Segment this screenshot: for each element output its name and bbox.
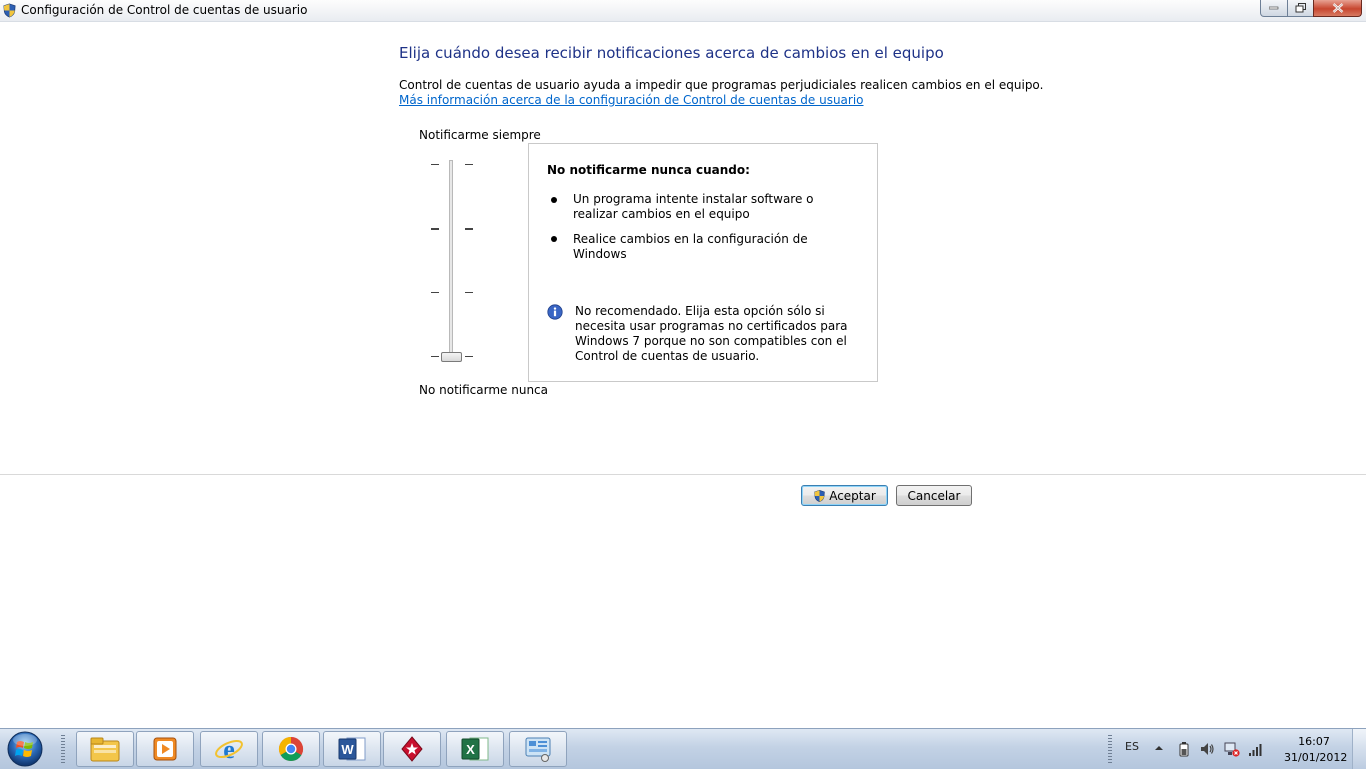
battery-icon[interactable] <box>1178 741 1190 757</box>
uac-shield-icon <box>814 489 825 502</box>
slider-tick-left <box>431 228 439 230</box>
minimize-button[interactable] <box>1260 0 1288 17</box>
windows-orb-icon <box>7 731 43 767</box>
page-heading: Elija cuándo desea recibir notificacione… <box>399 44 944 62</box>
divider <box>0 474 1366 475</box>
clock-time: 16:07 <box>1298 735 1330 748</box>
setting-description-panel: No notificarme nunca cuando: Un programa… <box>528 143 878 382</box>
slider-tick-right <box>465 356 473 357</box>
slider-tick-left <box>431 292 439 293</box>
slider-track[interactable] <box>449 160 453 360</box>
show-hidden-icons-icon[interactable] <box>1154 741 1164 755</box>
uac-shield-icon <box>3 3 16 18</box>
language-indicator[interactable]: ES <box>1125 740 1139 753</box>
slider-tick-left <box>431 164 439 165</box>
start-button[interactable] <box>4 730 46 768</box>
cancel-button-label: Cancelar <box>907 488 961 503</box>
network-disconnected-icon[interactable] <box>1224 741 1240 757</box>
tray-grip[interactable] <box>1108 735 1112 763</box>
slider-tick-right <box>465 228 473 230</box>
slider-label-bottom: No notificarme nunca <box>419 383 549 397</box>
taskbar-chrome[interactable] <box>262 731 320 767</box>
title-bar[interactable]: Configuración de Control de cuentas de u… <box>0 0 1366 22</box>
more-info-link[interactable]: Más información acerca de la configuraci… <box>399 93 864 107</box>
info-icon <box>547 304 563 320</box>
accept-button-label: Aceptar <box>829 488 876 503</box>
slider-label-top: Notificarme siempre <box>419 128 541 142</box>
explorer-icon <box>90 737 120 762</box>
taskbar-media-player[interactable] <box>136 731 194 767</box>
cancel-button[interactable]: Cancelar <box>896 485 972 506</box>
description-text: Control de cuentas de usuario ayuda a im… <box>399 78 1044 92</box>
taskbar-internet-explorer[interactable]: e <box>200 731 258 767</box>
word-icon: W <box>338 737 366 761</box>
panel-title: No notificarme nunca cuando: <box>547 163 750 177</box>
slider-thumb[interactable] <box>441 352 462 362</box>
slider-tick-left <box>431 356 439 357</box>
internet-explorer-icon: e <box>215 735 243 764</box>
taskbar-explorer[interactable] <box>76 731 134 767</box>
show-desktop-button[interactable] <box>1352 729 1366 769</box>
accept-button[interactable]: Aceptar <box>801 485 888 506</box>
bullet-icon <box>551 197 557 203</box>
list-item: Un programa intente instalar software o … <box>573 192 814 221</box>
taskbar-word[interactable]: W <box>323 731 381 767</box>
slider-tick-right <box>465 292 473 293</box>
taskbar-pokerstars[interactable] <box>383 731 441 767</box>
list-item: Realice cambios en la configuración de W… <box>573 232 808 261</box>
system-clock[interactable]: 16:07 31/01/2012 <box>1284 734 1348 766</box>
svg-text:W: W <box>341 742 354 757</box>
control-panel-icon <box>525 737 551 762</box>
svg-text:e: e <box>223 735 235 764</box>
media-player-icon <box>153 737 177 761</box>
maximize-button[interactable] <box>1287 0 1314 17</box>
bullet-icon <box>551 236 557 242</box>
clock-date: 31/01/2012 <box>1284 751 1348 764</box>
svg-text:X: X <box>466 742 475 757</box>
chrome-icon <box>278 737 304 762</box>
close-icon <box>1332 3 1343 13</box>
taskbar-grip[interactable] <box>61 735 65 763</box>
pokerstars-icon <box>401 736 423 762</box>
wireless-signal-icon[interactable] <box>1248 741 1264 757</box>
volume-icon[interactable] <box>1199 741 1215 757</box>
taskbar-control-panel[interactable] <box>509 731 567 767</box>
excel-icon: X <box>461 737 489 761</box>
close-button[interactable] <box>1313 0 1362 17</box>
slider-tick-right <box>465 164 473 165</box>
window-title: Configuración de Control de cuentas de u… <box>21 3 308 17</box>
warning-text: No recomendado. Elija esta opción sólo s… <box>575 304 848 363</box>
restore-icon <box>1295 3 1306 13</box>
minimize-icon <box>1269 6 1279 10</box>
taskbar: e W X ES 16:07 31/01/2012 <box>0 728 1366 769</box>
taskbar-excel[interactable]: X <box>446 731 504 767</box>
